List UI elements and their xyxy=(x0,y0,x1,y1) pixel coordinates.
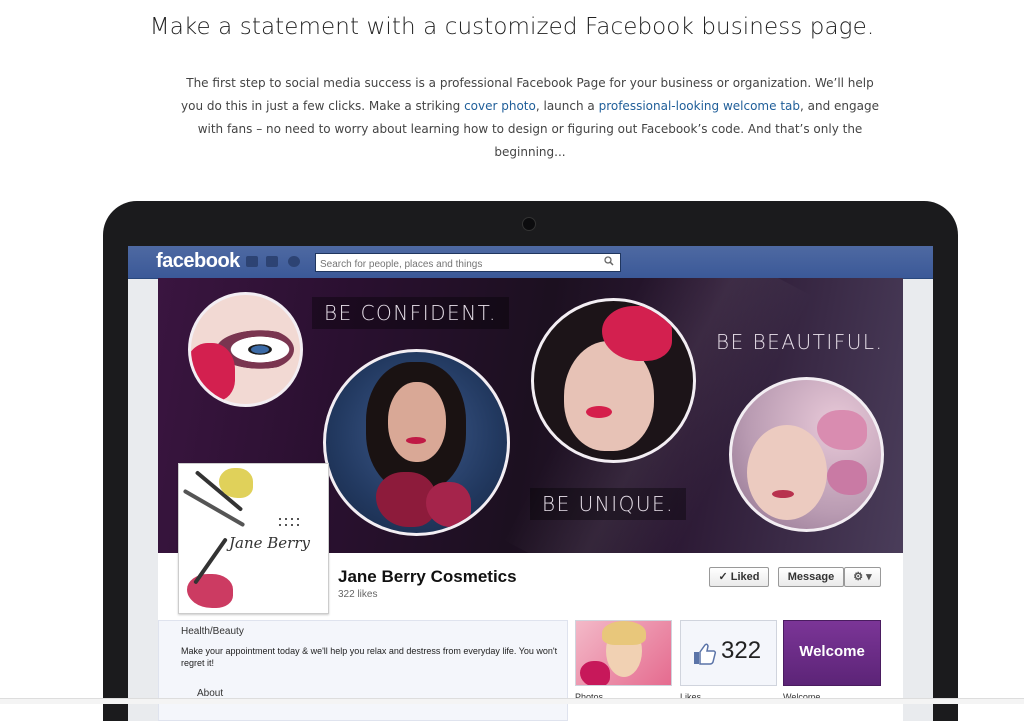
friend-requests-icon[interactable] xyxy=(246,256,258,267)
profile-picture[interactable]: Jane Berry xyxy=(178,463,329,614)
page-likes-count: 322 likes xyxy=(338,589,378,600)
cover-circle-woman-1 xyxy=(323,349,510,536)
message-button[interactable]: Message xyxy=(778,567,844,587)
likes-tile[interactable]: 322 xyxy=(680,620,777,686)
laptop-mockup: facebook BE CONFIDENT. BE BEAUTIFUL. BE … xyxy=(103,201,958,721)
welcome-tile-text: Welcome xyxy=(799,643,865,660)
welcome-tile[interactable]: Welcome xyxy=(783,620,881,686)
photos-tile[interactable] xyxy=(575,620,672,686)
logo-dots-icon xyxy=(277,516,301,530)
thumbs-up-icon xyxy=(693,643,717,670)
cover-circle-woman-3 xyxy=(729,377,884,532)
page-category: Health/Beauty xyxy=(181,626,244,637)
messages-icon[interactable] xyxy=(266,256,278,267)
cover-text-confident: BE CONFIDENT. xyxy=(312,297,509,329)
welcome-tab-link[interactable]: professional-looking welcome tab xyxy=(599,99,800,113)
about-box: Health/Beauty Make your appointment toda… xyxy=(158,620,568,721)
page-headline: Make a statement with a customized Faceb… xyxy=(149,14,875,40)
cover-text-unique: BE UNIQUE. xyxy=(530,488,686,520)
cover-photo-link[interactable]: cover photo xyxy=(464,99,536,113)
page-name: Jane Berry Cosmetics xyxy=(338,567,517,586)
facebook-top-bar: facebook xyxy=(128,246,933,279)
cover-text-beautiful: BE BEAUTIFUL. xyxy=(716,330,884,354)
jane-berry-logo-text: Jane Berry xyxy=(229,534,310,552)
facebook-logo[interactable]: facebook xyxy=(156,250,240,273)
facebook-search-input[interactable] xyxy=(316,256,600,273)
likes-tile-count: 322 xyxy=(721,637,762,664)
intro-text-2: , launch a xyxy=(535,99,599,113)
laptop-screen: facebook BE CONFIDENT. BE BEAUTIFUL. BE … xyxy=(128,246,933,721)
laptop-camera xyxy=(522,217,536,231)
facebook-page: BE CONFIDENT. BE BEAUTIFUL. BE UNIQUE. J… xyxy=(158,278,903,721)
cover-circle-woman-2 xyxy=(531,298,696,463)
cover-circle-eye xyxy=(188,292,303,407)
page-description: Make your appointment today & we'll help… xyxy=(181,646,558,668)
intro-paragraph: The first step to social media success i… xyxy=(180,72,880,164)
facebook-search-box xyxy=(315,253,621,273)
notifications-globe-icon[interactable] xyxy=(288,256,300,267)
search-icon[interactable] xyxy=(604,256,616,268)
page-bottom-edge xyxy=(0,698,1024,704)
settings-gear-icon[interactable]: ⚙ ▾ xyxy=(844,567,881,587)
liked-button[interactable]: ✓ Liked xyxy=(709,567,769,587)
